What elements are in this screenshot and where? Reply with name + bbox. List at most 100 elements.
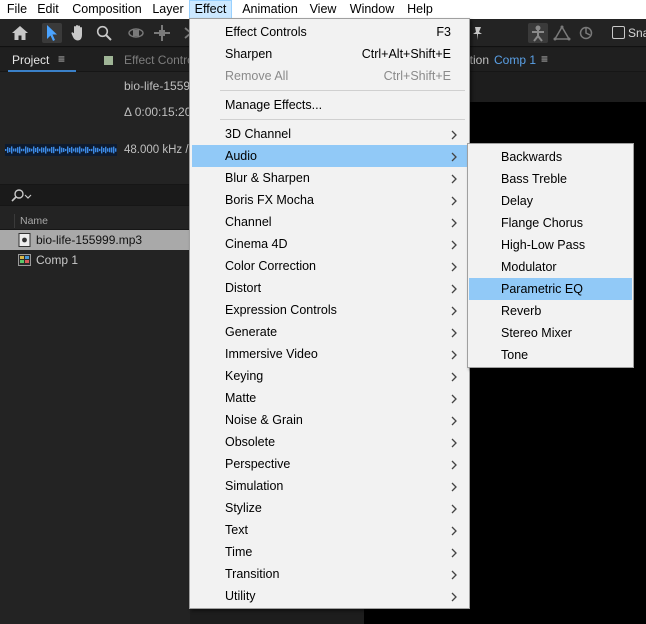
menu-item-text[interactable]: Text: [192, 519, 467, 541]
hand-tool-icon[interactable]: [68, 23, 88, 43]
menu-item-immersive-video[interactable]: Immersive Video: [192, 343, 467, 365]
menu-item-distort[interactable]: Distort: [192, 277, 467, 299]
menu-view[interactable]: View: [309, 0, 337, 19]
submenu-item-label: Tone: [501, 348, 529, 362]
project-item-label: bio-life-155999.mp3: [36, 233, 143, 247]
menu-item-shortcut: F3: [436, 25, 451, 39]
tab-composition-label[interactable]: ition: [467, 53, 489, 67]
menu-item-3d-channel[interactable]: 3D Channel: [192, 123, 467, 145]
chevron-right-icon: [450, 569, 458, 580]
menu-item-boris-fx-mocha[interactable]: Boris FX Mocha: [192, 189, 467, 211]
chevron-right-icon: [450, 371, 458, 382]
project-panel: Project ≡ Effect Controls bio-life-15599…: [0, 48, 230, 624]
effect-menu-dropdown: Effect Controls F3 Sharpen Ctrl+Alt+Shift+E…: [189, 18, 470, 609]
chevron-right-icon: [450, 415, 458, 426]
menu-item-generate[interactable]: Generate: [192, 321, 467, 343]
snapping-label: Sna: [628, 26, 646, 40]
menu-item-stylize[interactable]: Stylize: [192, 497, 467, 519]
submenu-item-parametric-eq[interactable]: Parametric EQ: [469, 278, 632, 300]
menu-item-audio[interactable]: Audio: [192, 145, 467, 167]
menu-item-label: Noise & Grain: [225, 413, 303, 427]
puppet-bend-icon[interactable]: [576, 23, 596, 43]
tab-project[interactable]: Project: [12, 53, 49, 67]
submenu-item-label: Stereo Mixer: [501, 326, 572, 340]
menu-item-label: Expression Controls: [225, 303, 337, 317]
submenu-item-label: Parametric EQ: [501, 282, 583, 296]
snapping-checkbox[interactable]: [612, 26, 625, 39]
menu-separator: [220, 90, 465, 91]
menu-help[interactable]: Help: [406, 0, 434, 19]
menu-window[interactable]: Window: [348, 0, 396, 19]
submenu-item-delay[interactable]: Delay: [469, 190, 632, 212]
submenu-item-high-low-pass[interactable]: High-Low Pass: [469, 234, 632, 256]
chevron-right-icon: [450, 591, 458, 602]
chevron-right-icon: [450, 151, 458, 162]
menu-item-channel[interactable]: Channel: [192, 211, 467, 233]
tab-composition-name[interactable]: Comp 1: [494, 53, 536, 67]
footage-preview-audio-info: 48.000 kHz / 3: [124, 144, 199, 156]
project-item[interactable]: Comp 1: [0, 250, 190, 270]
menu-item-cinema-4d[interactable]: Cinema 4D: [192, 233, 467, 255]
menu-item-label: Keying: [225, 369, 264, 383]
project-search-input[interactable]: [0, 184, 190, 206]
menu-item-label: Time: [225, 545, 253, 559]
menu-item-label: Stylize: [225, 501, 262, 515]
menu-item-keying[interactable]: Keying: [192, 365, 467, 387]
menu-item-matte[interactable]: Matte: [192, 387, 467, 409]
zoom-tool-icon[interactable]: [94, 23, 114, 43]
column-name-header[interactable]: Name: [20, 215, 48, 227]
audio-waveform-thumbnail: [5, 144, 117, 156]
menu-item-label: Manage Effects...: [225, 98, 323, 112]
composition-panel-menu-icon[interactable]: ≡: [541, 52, 548, 66]
submenu-item-stereo-mixer[interactable]: Stereo Mixer: [469, 322, 632, 344]
menu-item-expression-controls[interactable]: Expression Controls: [192, 299, 467, 321]
menu-effect[interactable]: Effect: [189, 0, 232, 19]
submenu-item-bass-treble[interactable]: Bass Treble: [469, 168, 632, 190]
project-item[interactable]: bio-life-155999.mp3: [0, 230, 190, 250]
orbit-camera-icon[interactable]: [126, 23, 146, 43]
menu-item-time[interactable]: Time: [192, 541, 467, 563]
menu-item-utility[interactable]: Utility: [192, 585, 467, 607]
menu-separator: [220, 119, 465, 120]
menu-item-perspective[interactable]: Perspective: [192, 453, 467, 475]
puppet-starch-icon[interactable]: [552, 23, 572, 43]
menu-item-manage-effects[interactable]: Manage Effects...: [192, 94, 467, 116]
menu-item-label: Audio: [225, 149, 257, 163]
menu-item-obsolete[interactable]: Obsolete: [192, 431, 467, 453]
menu-layer[interactable]: Layer: [152, 0, 184, 19]
menu-item-effect-controls[interactable]: Effect Controls F3: [192, 21, 467, 43]
menu-item-label: Distort: [225, 281, 262, 295]
menu-item-noise-and-grain[interactable]: Noise & Grain: [192, 409, 467, 431]
menu-edit[interactable]: Edit: [36, 0, 60, 19]
chevron-right-icon: [450, 283, 458, 294]
puppet-position-icon[interactable]: [528, 23, 548, 43]
pin-tool-icon[interactable]: [468, 23, 488, 43]
chevron-right-icon: [450, 503, 458, 514]
composition-icon: [18, 254, 31, 266]
chevron-right-icon: [450, 217, 458, 228]
audio-file-icon: [18, 233, 31, 247]
pan-camera-icon[interactable]: [152, 23, 172, 43]
menu-item-sharpen[interactable]: Sharpen Ctrl+Alt+Shift+E: [192, 43, 467, 65]
submenu-item-modulator[interactable]: Modulator: [469, 256, 632, 278]
submenu-item-flange-chorus[interactable]: Flange Chorus: [469, 212, 632, 234]
menu-item-label: Channel: [225, 215, 272, 229]
chevron-right-icon: [450, 239, 458, 250]
menu-item-blur-and-sharpen[interactable]: Blur & Sharpen: [192, 167, 467, 189]
submenu-item-backwards[interactable]: Backwards: [469, 146, 632, 168]
menu-composition[interactable]: Composition: [70, 0, 144, 19]
menu-item-color-correction[interactable]: Color Correction: [192, 255, 467, 277]
audio-submenu: Backwards Bass Treble Delay Flange Chorus Hi…: [467, 143, 634, 368]
menu-item-simulation[interactable]: Simulation: [192, 475, 467, 497]
project-tab-bar: Project ≡ Effect Controls: [0, 48, 202, 72]
menu-item-transition[interactable]: Transition: [192, 563, 467, 585]
menu-animation[interactable]: Animation: [240, 0, 300, 19]
menu-file[interactable]: File: [4, 0, 30, 19]
home-icon[interactable]: [10, 23, 30, 43]
menu-item-label: Immersive Video: [225, 347, 318, 361]
submenu-item-reverb[interactable]: Reverb: [469, 300, 632, 322]
selection-tool-icon[interactable]: [42, 23, 62, 43]
project-panel-menu-icon[interactable]: ≡: [58, 52, 65, 66]
chevron-right-icon: [450, 437, 458, 448]
submenu-item-tone[interactable]: Tone: [469, 344, 632, 366]
